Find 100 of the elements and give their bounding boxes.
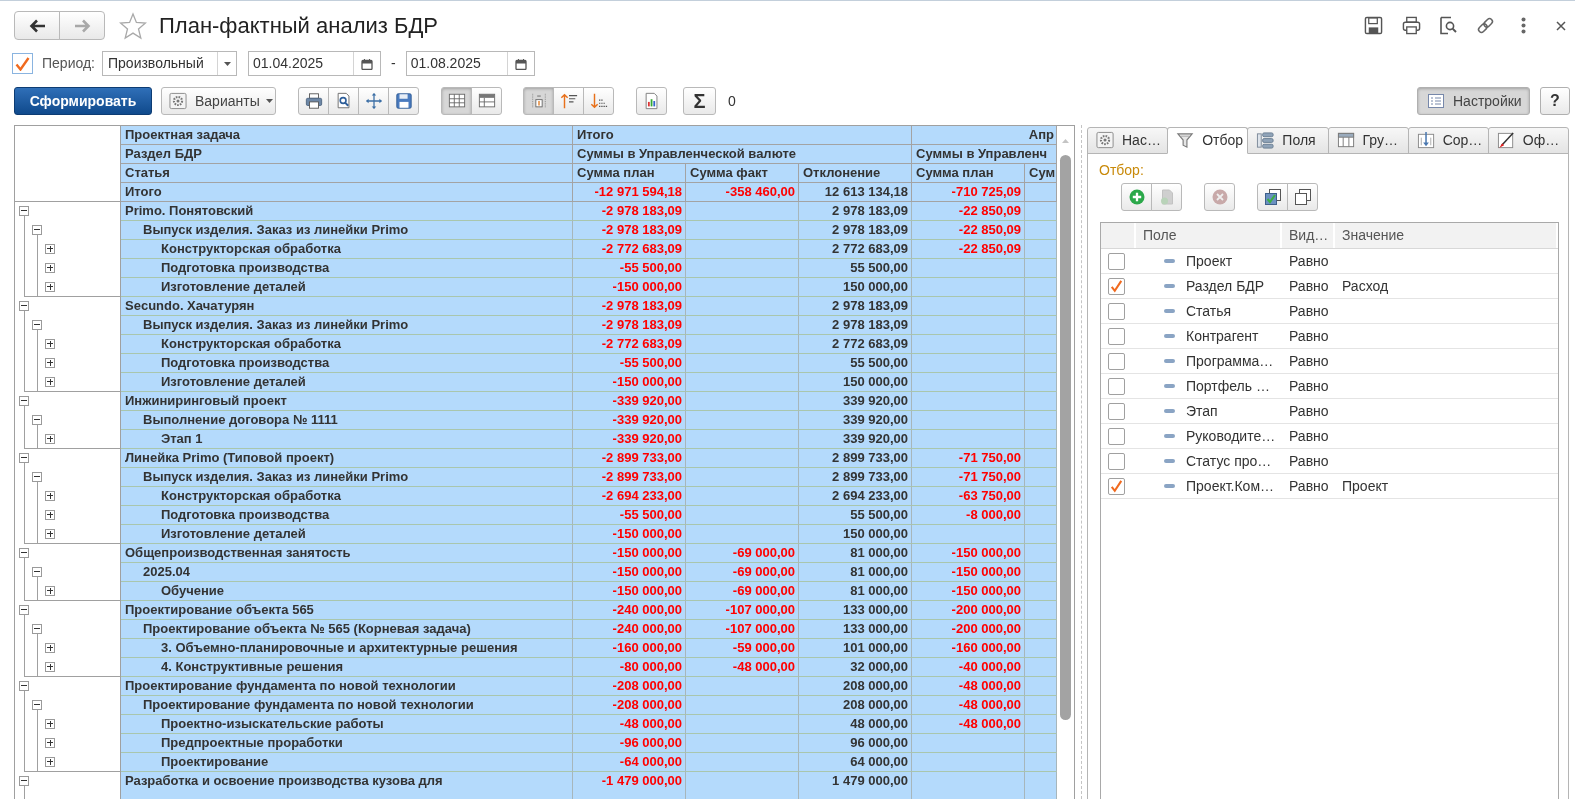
filter-field[interactable]: Раздел БДР [1186,275,1265,297]
collapse-toggle[interactable] [32,225,42,235]
expand-toggle[interactable] [45,510,55,520]
expand-toggle[interactable] [45,586,55,596]
tab[interactable]: Сор… [1407,127,1489,154]
filter-field[interactable]: Портфель … [1186,375,1270,397]
date-field[interactable]: 01.08.2025 [405,51,535,76]
more-icon[interactable] [1521,17,1526,34]
tree-view-toggle[interactable] [523,87,554,115]
filter-field[interactable]: Руководите… [1186,425,1276,447]
checkbox[interactable] [1108,327,1125,345]
checkbox[interactable] [1108,452,1125,470]
back-button[interactable] [14,11,60,40]
expand-toggle[interactable] [45,358,55,368]
filter-condition[interactable]: Равно [1289,452,1329,469]
filter-condition[interactable]: Равно [1289,277,1329,294]
chart-button[interactable] [636,87,667,115]
collapse-toggle[interactable] [19,396,29,406]
collapse-toggle[interactable] [19,605,29,615]
expand-toggle[interactable] [45,491,55,501]
star-icon[interactable] [119,11,147,40]
filter-field[interactable]: Проект [1186,250,1233,272]
collapse-toggle[interactable] [32,472,42,482]
date-field[interactable]: 01.04.2025 [248,51,381,76]
filter-value[interactable]: Проект [1342,477,1389,494]
expand-toggle[interactable] [45,529,55,539]
variants-button[interactable]: Варианты [161,87,276,115]
check-all-button[interactable] [1257,183,1288,211]
collapse-toggle[interactable] [32,567,42,577]
filter-field[interactable]: Программа… [1186,350,1274,372]
header-view-toggle[interactable] [471,87,502,115]
checkbox[interactable] [1108,377,1125,395]
close-icon[interactable] [1556,20,1566,31]
settings-button[interactable]: Настройки [1417,87,1530,115]
filter-field[interactable]: Статус про… [1186,450,1272,472]
table-view-toggle[interactable] [441,87,472,115]
expand-toggle[interactable] [45,244,55,254]
checkbox[interactable] [1108,427,1125,445]
tab[interactable]: Поля [1247,127,1329,154]
tab[interactable]: Отбор [1167,127,1249,154]
uncheck-all-button[interactable] [1287,183,1318,211]
print-icon[interactable] [1402,16,1421,35]
filter-field[interactable]: Статья [1186,300,1232,322]
filter-condition[interactable]: Равно [1289,352,1329,369]
expand-toggle[interactable] [45,339,55,349]
collapse-toggle[interactable] [19,301,29,311]
expand-toggle[interactable] [45,643,55,653]
period-type-select[interactable]: Произвольный [102,51,237,76]
filter-condition[interactable]: Равно [1289,477,1329,494]
preview-button[interactable] [328,87,359,115]
collapse-toggle[interactable] [32,700,42,710]
period-checkbox[interactable] [12,53,33,74]
filter-condition[interactable]: Равно [1289,377,1329,394]
link-icon[interactable] [1476,16,1495,35]
expand-toggle[interactable] [45,719,55,729]
tab[interactable]: Оф… [1487,127,1570,154]
expand-toggle[interactable] [45,263,55,273]
print-button[interactable] [298,87,329,115]
checkbox[interactable] [1108,302,1125,320]
filter-condition[interactable]: Равно [1289,402,1329,419]
filter-value[interactable]: Расход [1342,277,1389,294]
sort-ascending-button[interactable] [553,87,584,115]
expand-toggle[interactable] [45,434,55,444]
expand-toggle[interactable] [45,738,55,748]
move-button[interactable] [358,87,389,115]
collapse-toggle[interactable] [32,415,42,425]
expand-toggle[interactable] [45,282,55,292]
expand-toggle[interactable] [45,662,55,672]
checkbox[interactable] [1108,477,1125,495]
add-button[interactable] [1121,183,1152,211]
help-button[interactable]: ? [1540,87,1570,115]
collapse-toggle[interactable] [19,776,29,786]
save-button[interactable] [388,87,419,115]
collapse-toggle[interactable] [19,548,29,558]
filter-condition[interactable]: Равно [1289,302,1329,319]
generate-button[interactable]: Сформировать [14,87,152,115]
checkbox[interactable] [1108,402,1125,420]
sort-descending-button[interactable] [583,87,614,115]
collapse-toggle[interactable] [19,681,29,691]
expand-toggle[interactable] [45,377,55,387]
scrollbar-thumb[interactable] [1060,155,1071,720]
filter-field[interactable]: Этап [1186,400,1218,422]
checkbox[interactable] [1108,277,1125,295]
filter-condition[interactable]: Равно [1289,252,1329,269]
filter-field[interactable]: Проект.Ком… [1186,475,1275,497]
filter-condition[interactable]: Равно [1289,327,1329,344]
filter-field[interactable]: Контрагент [1186,325,1259,347]
save-icon[interactable] [1364,16,1383,35]
preview-icon[interactable] [1439,16,1457,35]
collapse-toggle[interactable] [32,320,42,330]
filter-condition[interactable]: Равно [1289,427,1329,444]
expand-toggle[interactable] [45,757,55,767]
collapse-toggle[interactable] [32,624,42,634]
tab[interactable]: Гру… [1327,127,1409,154]
tab[interactable]: Нас… [1087,127,1169,154]
checkbox[interactable] [1108,252,1125,270]
checkbox[interactable] [1108,352,1125,370]
collapse-toggle[interactable] [19,206,29,216]
sum-button[interactable]: Σ [683,87,716,115]
collapse-toggle[interactable] [19,453,29,463]
